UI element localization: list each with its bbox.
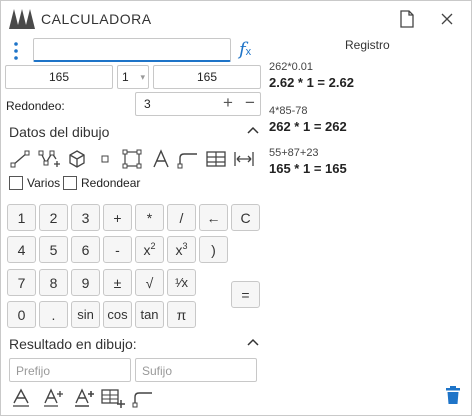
fx-label: f <box>239 39 246 60</box>
key-3[interactable]: 3 <box>71 204 100 231</box>
cube-exp: 3 <box>182 240 188 251</box>
rounding-value: 3 <box>144 97 151 111</box>
title-bar: CALCULADORA <box>1 1 471 35</box>
text-icon[interactable] <box>150 148 172 170</box>
round-checkbox[interactable]: Redondear <box>63 176 140 190</box>
text-add-icon[interactable] <box>41 387 65 409</box>
expression-input[interactable] <box>33 38 231 62</box>
history-expression: 4*85-78 <box>269 105 308 117</box>
multiplier-value: 1 <box>122 70 129 84</box>
left-value-field[interactable]: 165 <box>5 65 113 89</box>
cube-icon[interactable] <box>66 148 88 170</box>
history-entry[interactable]: 262*0.01 2.62 * 1 = 2.62 <box>269 61 354 90</box>
app-logo-icon <box>9 9 35 32</box>
decrement-button[interactable]: − <box>240 93 260 115</box>
chevron-down-icon: ▾ <box>140 72 145 82</box>
dimension-icon[interactable] <box>233 148 255 170</box>
key-4[interactable]: 4 <box>7 236 36 263</box>
various-checkbox-box[interactable] <box>9 176 23 190</box>
drawing-data-title: Datos del dibujo <box>9 124 110 140</box>
increment-button[interactable]: + <box>218 93 238 115</box>
various-checkbox[interactable]: Varios <box>9 176 60 190</box>
key-plus-minus[interactable]: ± <box>103 269 132 296</box>
key-multiply[interactable]: * <box>135 204 164 231</box>
key-5[interactable]: 5 <box>39 236 68 263</box>
history-result: 165 * 1 = 165 <box>269 161 347 176</box>
key-1[interactable]: 1 <box>7 204 36 231</box>
text-insert-icon[interactable] <box>9 387 33 409</box>
key-backspace[interactable]: ← <box>199 204 228 231</box>
history-panel: Registro 262*0.01 2.62 * 1 = 2.62 4*85-7… <box>265 35 471 415</box>
history-expression: 55+87+23 <box>269 147 319 159</box>
history-result: 2.62 * 1 = 2.62 <box>269 75 354 90</box>
key-decimal[interactable]: . <box>39 301 68 328</box>
rounding-label: Redondeo: <box>6 99 65 113</box>
key-pi[interactable]: π <box>167 301 196 328</box>
point-icon[interactable] <box>94 148 116 170</box>
history-title: Registro <box>345 38 390 52</box>
more-options-icon[interactable] <box>11 41 21 61</box>
bounding-box-icon[interactable] <box>121 148 143 170</box>
key-plus[interactable]: + <box>103 204 132 231</box>
history-expression: 262*0.01 <box>269 61 314 73</box>
trash-icon[interactable] <box>445 385 463 405</box>
result-in-drawing-title: Resultado en dibujo: <box>9 336 137 352</box>
key-sin[interactable]: sin <box>71 301 100 328</box>
round-label: Redondear <box>81 176 141 190</box>
key-sqrt[interactable]: √ <box>135 269 164 296</box>
history-entry[interactable]: 4*85-78 262 * 1 = 262 <box>269 105 347 134</box>
rounding-stepper[interactable]: 3 + − <box>135 92 261 116</box>
line-icon[interactable] <box>9 148 31 170</box>
key-reciprocal[interactable]: ¹⁄x <box>167 269 196 296</box>
key-9[interactable]: 9 <box>71 269 100 296</box>
leader-icon[interactable] <box>177 148 199 170</box>
key-clear[interactable]: C <box>231 204 260 231</box>
key-square[interactable]: x2 <box>135 236 164 263</box>
calculator-panel: fx 165 1 ▾ 165 Redondeo: 3 + − Datos del… <box>1 35 265 415</box>
multiplier-select[interactable]: 1 ▾ <box>117 65 149 89</box>
chevron-up-icon[interactable] <box>247 124 259 138</box>
key-minus[interactable]: - <box>103 236 132 263</box>
key-cos[interactable]: cos <box>103 301 132 328</box>
text-plus-icon[interactable] <box>72 387 96 409</box>
cube-base: x <box>175 241 183 258</box>
square-base: x <box>143 241 151 258</box>
close-paren: ) <box>211 241 216 258</box>
history-entry[interactable]: 55+87+23 165 * 1 = 165 <box>269 147 347 176</box>
chevron-up-icon[interactable] <box>247 336 259 350</box>
key-8[interactable]: 8 <box>39 269 68 296</box>
round-checkbox-box[interactable] <box>63 176 77 190</box>
various-label: Varios <box>27 176 61 190</box>
history-result: 262 * 1 = 262 <box>269 119 347 134</box>
document-icon[interactable] <box>397 9 417 29</box>
key-0[interactable]: 0 <box>7 301 36 328</box>
key-6[interactable]: 6 <box>71 236 100 263</box>
table-add-icon[interactable] <box>101 387 125 409</box>
close-icon[interactable] <box>437 9 457 29</box>
suffix-input[interactable]: Sufijo <box>135 358 257 382</box>
key-equals[interactable]: = <box>231 281 260 308</box>
calculator-window: CALCULADORA fx 165 1 ▾ 165 Redondeo: 3 +… <box>0 0 472 416</box>
key-2[interactable]: 2 <box>39 204 68 231</box>
function-button[interactable]: fx <box>239 39 251 60</box>
key-cube[interactable]: x3 <box>167 236 196 263</box>
key-7[interactable]: 7 <box>7 269 36 296</box>
leader-icon[interactable] <box>131 387 155 409</box>
table-icon[interactable] <box>205 148 227 170</box>
key-paren[interactable]: ) <box>199 236 228 263</box>
window-title: CALCULADORA <box>41 11 152 27</box>
key-divide[interactable]: / <box>167 204 196 231</box>
polyline-icon[interactable] <box>38 148 60 170</box>
key-tan[interactable]: tan <box>135 301 164 328</box>
right-value-field[interactable]: 165 <box>153 65 261 89</box>
fx-sub: x <box>245 46 252 58</box>
prefix-input[interactable]: Prefijo <box>9 358 131 382</box>
square-exp: 2 <box>150 240 156 251</box>
